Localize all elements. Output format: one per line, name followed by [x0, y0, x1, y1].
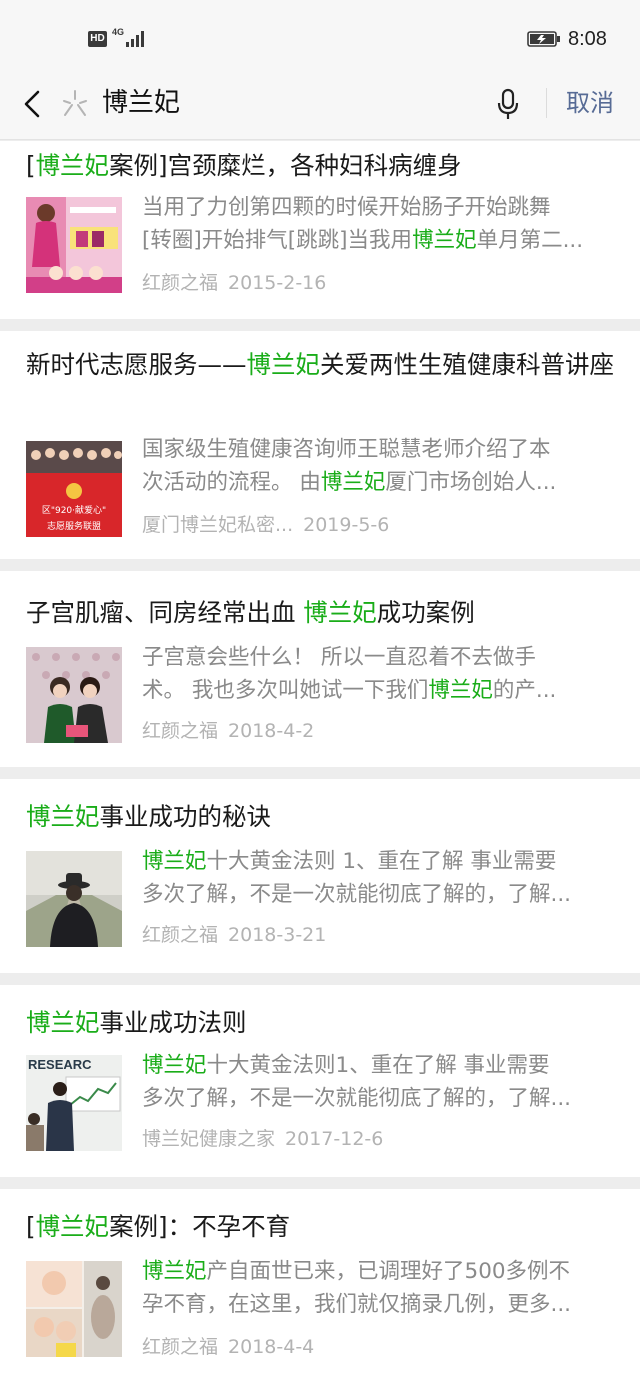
result-card[interactable]: 新时代志愿服务——博兰妃关爱两性生殖健康科普讲座 区"920·献爱心" 志愿服务… — [0, 331, 640, 559]
pink-product-ad-thumbnail — [26, 197, 122, 293]
highlighted-keyword: 博兰妃 — [412, 228, 477, 253]
text-segment: 单月第二... — [476, 228, 584, 253]
search-input[interactable]: 博兰妃 — [102, 86, 180, 120]
man-crossroads-thumbnail — [26, 851, 122, 947]
two-women-photo-thumbnail — [26, 647, 122, 743]
research-presentation-thumbnail: RESEARC — [26, 1055, 122, 1151]
result-meta: 红颜之福 2018-4-2 — [142, 718, 314, 744]
result-date: 2015-2-16 — [228, 272, 327, 294]
highlighted-keyword: 博兰妃 — [303, 598, 377, 627]
result-source: 厦门博兰妃私密... — [142, 514, 294, 536]
result-date: 2017-12-6 — [285, 1128, 384, 1150]
group-photo-banner-thumbnail: 区"920·献爱心" 志愿服务联盟 — [26, 441, 122, 537]
result-snippet: 博兰妃十大黄金法则 1、重在了解 事业需要 多次了解，不是一次就能彻底了解的，了… — [142, 845, 616, 911]
network-type: 4G — [112, 27, 125, 37]
back-arrow-icon[interactable] — [18, 86, 48, 122]
text-segment: 成功案例 — [376, 598, 475, 627]
text-segment: [ — [26, 1212, 36, 1241]
result-source: 博兰妃健康之家 — [142, 1128, 276, 1150]
result-snippet: 子宫意会些什么！ 所以一直忍着不去做手 术。 我也多次叫她试一下我们博兰妃的产.… — [142, 641, 616, 707]
result-card[interactable]: 子宫肌瘤、同房经常出血 博兰妃成功案例 子宫意会些什么！ 所以一直忍着不去做手 … — [0, 571, 640, 767]
result-meta: 厦门博兰妃私密... 2019-5-6 — [142, 512, 389, 538]
hd-indicator: HD — [88, 31, 107, 47]
text-segment: 多次了解，不是一次就能彻底了解的，了解... — [142, 1086, 572, 1111]
highlighted-keyword: 博兰妃 — [142, 1259, 207, 1284]
highlighted-keyword: 博兰妃 — [246, 350, 321, 379]
result-meta: 红颜之福 2015-2-16 — [142, 270, 326, 296]
text-segment: 当用了力创第四颗的时候开始肠子开始跳舞 — [142, 195, 551, 220]
highlighted-keyword: 博兰妃 — [35, 1212, 110, 1241]
highlighted-keyword: 博兰妃 — [26, 802, 100, 831]
text-segment: 案例]宫颈糜烂，各种妇科病缠身 — [109, 151, 462, 180]
text-segment: 案例]：不孕不育 — [109, 1212, 291, 1241]
text-segment: 事业成功法则 — [99, 1008, 247, 1037]
text-segment: 十大黄金法则1、重在了解 事业需要 — [206, 1053, 550, 1078]
text-segment: 的产... — [492, 678, 557, 703]
result-card[interactable]: [博兰妃案例]：不孕不育 博兰妃产自面世已来，已调理好了500多例不 孕不育，在… — [0, 1189, 640, 1387]
microphone-icon[interactable] — [494, 86, 522, 122]
result-snippet: 当用了力创第四颗的时候开始肠子开始跳舞 [转圈]开始排气[跳跳]当我用博兰妃单月… — [142, 191, 616, 257]
highlighted-keyword: 博兰妃 — [142, 849, 207, 874]
text-segment: 十大黄金法则 1、重在了解 事业需要 — [206, 849, 557, 874]
result-date: 2019-5-6 — [303, 514, 390, 536]
svg-text:志愿服务联盟: 志愿服务联盟 — [47, 520, 101, 532]
battery-icon — [527, 31, 560, 47]
text-segment: 孕不育，在这里，我们就仅摘录几例，更多... — [142, 1292, 572, 1317]
baby-collage-thumbnail — [26, 1261, 122, 1357]
result-snippet: 博兰妃产自面世已来，已调理好了500多例不 孕不育，在这里，我们就仅摘录几例，更… — [142, 1255, 616, 1321]
text-segment: 次活动的流程。 由 — [142, 470, 321, 495]
clock: 8:08 — [568, 28, 607, 50]
result-meta: 红颜之福 2018-3-21 — [142, 922, 326, 948]
status-bar: HD 4G 8:08 — [0, 0, 640, 74]
result-snippet: 博兰妃十大黄金法则1、重在了解 事业需要 多次了解，不是一次就能彻底了解的，了解… — [142, 1049, 616, 1115]
result-source: 红颜之福 — [142, 720, 219, 742]
text-segment: 子宫肌瘤、同房经常出血 — [26, 598, 304, 627]
text-segment: 新时代志愿服务—— — [26, 350, 247, 379]
search-divider — [546, 88, 547, 118]
result-title: [博兰妃案例]宫颈糜烂，各种妇科病缠身 — [26, 145, 626, 186]
search-sparkle-icon — [63, 90, 87, 116]
result-meta: 红颜之福 2018-4-4 — [142, 1334, 314, 1360]
highlighted-keyword: 博兰妃 — [35, 151, 110, 180]
highlighted-keyword: 博兰妃 — [26, 1008, 100, 1037]
text-segment: 厦门市场创始人... — [385, 470, 557, 495]
result-meta: 博兰妃健康之家 2017-12-6 — [142, 1126, 383, 1152]
text-segment: 术。 我也多次叫她试一下我们 — [142, 678, 429, 703]
result-source: 红颜之福 — [142, 272, 219, 294]
result-title: 新时代志愿服务——博兰妃关爱两性生殖健康科普讲座 — [26, 344, 626, 385]
signal-strength-icon — [126, 31, 144, 47]
text-segment: 国家级生殖健康咨询师王聪慧老师介绍了本 — [142, 437, 551, 462]
text-segment: 子宫意会些什么！ 所以一直忍着不去做手 — [142, 645, 536, 670]
text-segment: 事业成功的秘诀 — [99, 802, 272, 831]
result-date: 2018-4-2 — [228, 720, 315, 742]
result-card[interactable]: [博兰妃案例]宫颈糜烂，各种妇科病缠身 当用了力创第四颗的时候开始肠子开始跳舞 … — [0, 141, 640, 319]
highlighted-keyword: 博兰妃 — [320, 470, 386, 495]
result-title: 博兰妃事业成功的秘诀 — [26, 796, 626, 837]
text-segment: 关爱两性生殖健康科普讲座 — [320, 350, 614, 379]
result-source: 红颜之福 — [142, 1336, 219, 1358]
text-segment: 产自面世已来，已调理好了500多例不 — [206, 1259, 571, 1284]
result-title: 子宫肌瘤、同房经常出血 博兰妃成功案例 — [26, 592, 626, 633]
text-segment: 多次了解，不是一次就能彻底了解的，了解... — [142, 882, 572, 907]
highlighted-keyword: 博兰妃 — [428, 678, 493, 703]
text-segment: [ — [26, 151, 36, 180]
result-snippet: 国家级生殖健康咨询师王聪慧老师介绍了本 次活动的流程。 由博兰妃厦门市场创始人.… — [142, 433, 616, 499]
result-card[interactable]: 博兰妃事业成功法则 RESEARC 博兰妃十大黄金法则1、重在了解 事业需要 多… — [0, 985, 640, 1177]
text-segment: [转圈]开始排气[跳跳]当我用 — [142, 228, 413, 253]
svg-text:区"920·献爱心": 区"920·献爱心" — [42, 504, 106, 516]
result-title: 博兰妃事业成功法则 — [26, 1002, 626, 1043]
result-source: 红颜之福 — [142, 924, 219, 946]
svg-text:RESEARC: RESEARC — [28, 1057, 92, 1072]
search-bar: 博兰妃 取消 — [0, 74, 640, 140]
result-card[interactable]: 博兰妃事业成功的秘诀 博兰妃十大黄金法则 1、重在了解 事业需要 多次了解，不是… — [0, 779, 640, 973]
result-date: 2018-4-4 — [228, 1336, 315, 1358]
highlighted-keyword: 博兰妃 — [142, 1053, 207, 1078]
result-title: [博兰妃案例]：不孕不育 — [26, 1206, 626, 1247]
result-date: 2018-3-21 — [228, 924, 327, 946]
cancel-button[interactable]: 取消 — [566, 86, 614, 120]
